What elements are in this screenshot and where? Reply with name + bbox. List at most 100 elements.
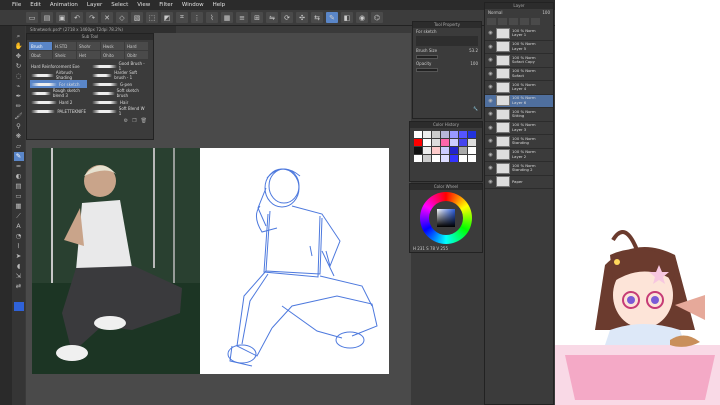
color-swatch[interactable]: [468, 147, 476, 154]
visibility-eye-icon[interactable]: ◉: [487, 179, 494, 185]
settings-icon[interactable]: ⚙: [124, 118, 128, 124]
new-vector-icon[interactable]: [498, 18, 507, 25]
layer-row[interactable]: ◉ 100 % Norm Sofact Copy: [485, 54, 553, 68]
brush-item[interactable]: PALETTEKNIFE: [30, 107, 87, 115]
visibility-eye-icon[interactable]: ◉: [487, 125, 494, 131]
menu-edit[interactable]: Edit: [30, 2, 41, 8]
flip-icon[interactable]: ⇋: [266, 12, 278, 23]
visibility-eye-icon[interactable]: ◉: [487, 165, 494, 171]
visibility-eye-icon[interactable]: ◉: [487, 111, 494, 117]
symmetry-icon[interactable]: ✣: [296, 12, 308, 23]
color-swatch[interactable]: [432, 155, 440, 162]
brush-item[interactable]: Soft sketch brush: [91, 88, 148, 98]
visibility-eye-icon[interactable]: ◉: [487, 98, 494, 104]
menu-help[interactable]: Help: [213, 2, 226, 8]
lasso-icon[interactable]: ◌: [14, 72, 24, 81]
color-swatch[interactable]: [450, 131, 458, 138]
open-icon[interactable]: ▤: [41, 12, 53, 23]
fill-icon[interactable]: ▧: [131, 12, 143, 23]
rotate-view-icon[interactable]: ↻: [14, 62, 24, 71]
duplicate-icon[interactable]: ❐: [132, 118, 136, 124]
brush-item[interactable]: G-pen: [91, 80, 148, 88]
deselect-icon[interactable]: ⬚: [146, 12, 158, 23]
sub-tool-tab[interactable]: Hard: [125, 42, 148, 50]
color-swatch[interactable]: [468, 139, 476, 146]
sub-tool-tab[interactable]: Obitr: [125, 51, 148, 59]
snap-icon[interactable]: ⋮: [191, 12, 203, 23]
new-layer-icon[interactable]: [487, 18, 496, 25]
undo-icon[interactable]: ↶: [71, 12, 83, 23]
layer-row[interactable]: ◉ 100 % Norm Layer 5: [485, 41, 553, 54]
text-icon[interactable]: A: [14, 222, 24, 231]
color-swatch[interactable]: [432, 139, 440, 146]
visibility-eye-icon[interactable]: ◉: [487, 84, 494, 90]
grid-icon[interactable]: ▦: [221, 12, 233, 23]
layer-row[interactable]: ◉ 100 % Norm Layer 3: [485, 122, 553, 135]
color-swatch[interactable]: [432, 131, 440, 138]
contour-icon[interactable]: ◖: [14, 262, 24, 271]
layer-mode-icon[interactable]: ◧: [341, 12, 353, 23]
blend-icon[interactable]: ≈: [14, 162, 24, 171]
color-swatch[interactable]: [441, 155, 449, 162]
align-icon[interactable]: ≡: [236, 12, 248, 23]
wrench-icon[interactable]: 🔧: [473, 106, 478, 111]
frame-icon[interactable]: ▦: [14, 202, 24, 211]
save-icon[interactable]: ▣: [56, 12, 68, 23]
pencil-icon[interactable]: ✏: [14, 102, 24, 111]
eyedropper-icon[interactable]: ⌁: [14, 82, 24, 91]
sub-tool-tab[interactable]: Shohr: [77, 42, 100, 50]
transform-icon[interactable]: ◇: [116, 12, 128, 23]
color-swatch[interactable]: [414, 139, 422, 146]
visibility-eye-icon[interactable]: ◉: [487, 71, 494, 77]
main-color-icon[interactable]: [13, 302, 24, 311]
move-icon[interactable]: ✥: [14, 52, 24, 61]
color-swatch[interactable]: [441, 139, 449, 146]
operation-icon[interactable]: ➤: [14, 252, 24, 261]
eraser-icon[interactable]: ▱: [14, 142, 24, 151]
new-icon[interactable]: ▭: [26, 12, 38, 23]
brush-item[interactable]: Soft Blend W 1: [91, 106, 148, 116]
menu-view[interactable]: View: [137, 2, 150, 8]
color-swatch[interactable]: [423, 155, 431, 162]
correct-line-icon[interactable]: ⌇: [14, 242, 24, 251]
layer-row[interactable]: ◉ 100 % Norm Standing 2: [485, 162, 553, 176]
redo-icon[interactable]: ↷: [86, 12, 98, 23]
gradient-icon[interactable]: ▤: [14, 182, 24, 191]
sub-tool-tab[interactable]: Obut: [29, 51, 52, 59]
menu-select[interactable]: Select: [111, 2, 128, 8]
color-swatch[interactable]: [450, 139, 458, 146]
sub-tool-tab[interactable]: H.STD: [53, 42, 76, 50]
layer-row[interactable]: ◉ 100 % Norm Sofact: [485, 68, 553, 81]
visibility-eye-icon[interactable]: ◉: [487, 152, 494, 158]
visibility-eye-icon[interactable]: ◉: [487, 138, 494, 144]
layer-row[interactable]: ◉ 100 % Norm Standing: [485, 135, 553, 149]
layer-row[interactable]: ◉ 100 % Norm Sitting: [485, 108, 553, 122]
layer-row[interactable]: ◉ 100 % Norm Layer 1: [485, 27, 553, 41]
color-swatch[interactable]: [414, 131, 422, 138]
layer-row[interactable]: ◉ Paper: [485, 176, 553, 189]
mirror-icon[interactable]: ⇆: [311, 12, 323, 23]
menu-layer[interactable]: Layer: [87, 2, 102, 8]
color-swatch[interactable]: [441, 147, 449, 154]
decoration-icon[interactable]: ❋: [14, 132, 24, 141]
color-swatch[interactable]: [414, 155, 422, 162]
color-swatch[interactable]: [468, 131, 476, 138]
saturation-value-square[interactable]: [437, 209, 455, 227]
color-swatch[interactable]: [414, 147, 422, 154]
invert-icon[interactable]: ◩: [161, 12, 173, 23]
brush-item[interactable]: Rough sketch blend 3: [30, 88, 87, 98]
airbrush-icon[interactable]: ⚲: [14, 122, 24, 131]
mask-icon[interactable]: [520, 18, 529, 25]
sub-tool-tab[interactable]: Hwsk: [101, 42, 124, 50]
menu-window[interactable]: Window: [182, 2, 204, 8]
color-swatch[interactable]: [459, 147, 467, 154]
rotate-icon[interactable]: ⟳: [281, 12, 293, 23]
color-swatch[interactable]: [441, 131, 449, 138]
brush-item-selected[interactable]: For sketch: [30, 80, 87, 88]
color-swatch[interactable]: [432, 147, 440, 154]
color-swatch[interactable]: [459, 155, 467, 162]
layer-move-icon[interactable]: ⇲: [14, 272, 24, 281]
crop-icon[interactable]: ⌗: [176, 12, 188, 23]
swap-color-icon[interactable]: ⇄: [14, 282, 24, 291]
menu-animation[interactable]: Animation: [50, 2, 78, 8]
